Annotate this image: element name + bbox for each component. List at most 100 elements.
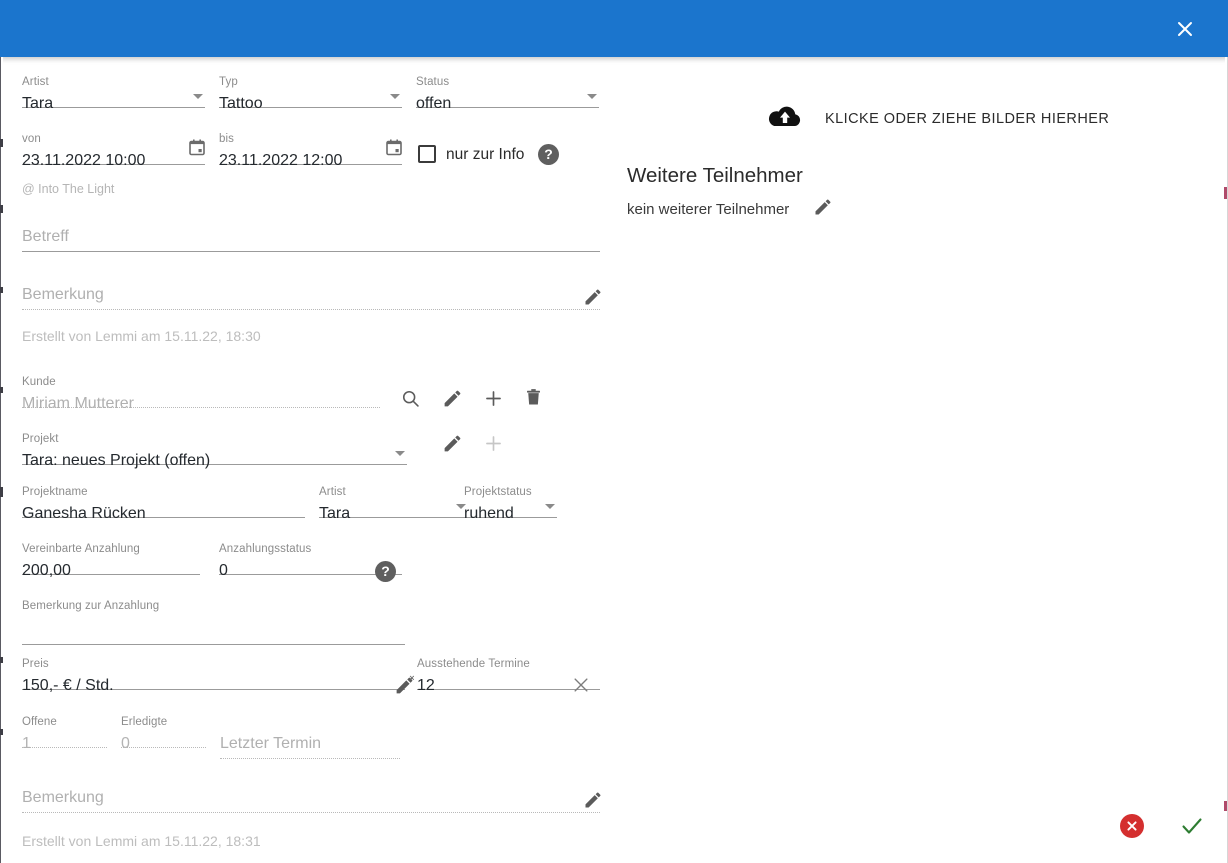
calendar-icon[interactable] — [386, 139, 402, 161]
preis-input[interactable]: Preis 150,- € / Std. — [22, 658, 405, 694]
edit-icon — [815, 199, 831, 215]
delete-icon — [527, 389, 540, 405]
projektstatus-value: ruhend — [464, 505, 514, 522]
dialog-content: Artist Tara Typ Tattoo Status offen von … — [0, 57, 1228, 863]
appointment-created-text: Erstellt von Lemmi am 15.11.22, 18:30 — [22, 328, 261, 344]
bis-datetime-field[interactable]: bis 23.11.2022 12:00 — [219, 133, 402, 169]
appointment-bemerkung-edit-button[interactable] — [583, 287, 603, 312]
search-icon — [402, 390, 419, 407]
preis-value: 150,- € / Std. — [22, 677, 114, 694]
chevron-down-icon — [587, 94, 597, 99]
kunde-value: Miriam Mutterer — [22, 395, 135, 412]
info-help-icon[interactable]: ? — [538, 144, 559, 165]
projekt-created-text: Erstellt von Lemmi am 15.11.22, 18:31 — [22, 833, 261, 849]
erledigte-label: Erledigte — [121, 716, 168, 728]
von-datetime-field[interactable]: von 23.11.2022 10:00 — [22, 133, 205, 169]
status-value: offen — [416, 95, 452, 112]
projekt-artist-select[interactable]: Artist Tara — [319, 486, 468, 522]
betreff-input[interactable]: Betreff — [22, 225, 600, 252]
vereinbarte-anzahlung-input[interactable]: Vereinbarte Anzahlung 200,00 — [22, 543, 200, 579]
ausstehende-termine-clear-button[interactable] — [572, 676, 590, 699]
participants-empty-text: kein weiterer Teilnehmer — [627, 200, 790, 218]
nur-zur-info-checkbox[interactable] — [418, 145, 436, 163]
appointment-dialog: Artist Tara Typ Tattoo Status offen von … — [0, 0, 1228, 863]
edit-icon — [444, 435, 461, 452]
anzahlungsstatus-label: Anzahlungsstatus — [219, 543, 312, 555]
offene-field[interactable]: Offene 1 — [22, 716, 107, 752]
chevron-down-icon — [395, 451, 405, 456]
window-left-edge — [0, 57, 3, 863]
cancel-circle-icon — [1127, 821, 1137, 831]
calendar-icon[interactable] — [189, 139, 205, 161]
close-icon — [574, 678, 588, 692]
preis-label: Preis — [22, 658, 49, 670]
close-icon — [1178, 22, 1192, 36]
preis-edit-off-button[interactable] — [394, 675, 415, 701]
appointment-bemerkung-placeholder: Bemerkung — [22, 286, 104, 303]
projektname-label: Projektname — [22, 486, 88, 498]
letzter-termin-placeholder: Letzter Termin — [220, 735, 322, 752]
kunde-field[interactable]: Kunde Miriam Mutterer — [22, 376, 380, 412]
von-value: 23.11.2022 10:00 — [22, 152, 146, 169]
kunde-add-button[interactable] — [483, 388, 504, 414]
participants-title: Weitere Teilnehmer — [627, 164, 803, 187]
image-dropzone[interactable]: KLICKE ODER ZIEHE BILDER HIERHER — [627, 99, 1187, 139]
check-icon — [1182, 818, 1202, 834]
status-label: Status — [416, 76, 450, 88]
projekt-add-button[interactable] — [483, 433, 504, 459]
offene-label: Offene — [22, 716, 57, 728]
anzahlung-bemerkung-textarea[interactable]: Bemerkung zur Anzahlung — [22, 600, 405, 645]
kunde-edit-button[interactable] — [442, 388, 463, 414]
projektstatus-label: Projektstatus — [464, 486, 532, 498]
projekt-artist-value: Tara — [319, 505, 351, 522]
projekt-bemerkung-input[interactable]: Bemerkung — [22, 786, 600, 813]
kunde-delete-button[interactable] — [523, 387, 544, 413]
projektname-input[interactable]: Projektname Ganesha Rücken — [22, 486, 305, 522]
close-button[interactable] — [1172, 16, 1198, 42]
projektstatus-select[interactable]: Projektstatus ruhend — [464, 486, 557, 522]
dropzone-label: KLICKE ODER ZIEHE BILDER HIERHER — [825, 111, 1110, 127]
offene-value: 1 — [22, 735, 31, 752]
projekt-edit-button[interactable] — [442, 433, 463, 459]
chevron-down-icon — [193, 94, 203, 99]
projekt-bemerkung-edit-button[interactable] — [583, 790, 603, 815]
projekt-select[interactable]: Projekt Tara: neues Projekt (offen) — [22, 433, 407, 469]
artist-value: Tara — [22, 95, 54, 112]
kunde-search-button[interactable] — [400, 388, 421, 414]
appointment-bemerkung-input[interactable]: Bemerkung — [22, 283, 600, 310]
participants-edit-button[interactable] — [813, 197, 833, 222]
add-icon — [486, 391, 501, 406]
kunde-label: Kunde — [22, 376, 56, 388]
vereinbarte-anzahlung-label: Vereinbarte Anzahlung — [22, 543, 140, 555]
dialog-titlebar — [0, 0, 1228, 57]
von-label: von — [22, 133, 41, 145]
chevron-down-icon — [390, 94, 400, 99]
erledigte-field[interactable]: Erledigte 0 — [121, 716, 206, 752]
bis-label: bis — [219, 133, 235, 145]
edit-off-icon — [396, 675, 415, 694]
artist-label: Artist — [22, 76, 49, 88]
projekt-artist-label: Artist — [319, 486, 346, 498]
typ-value: Tattoo — [219, 95, 263, 112]
ausstehende-termine-label: Ausstehende Termine — [417, 658, 530, 670]
status-select[interactable]: Status offen — [416, 76, 599, 112]
nur-zur-info-label: nur zur Info — [446, 146, 525, 163]
vereinbarte-anzahlung-value: 200,00 — [22, 562, 71, 579]
betreff-placeholder: Betreff — [22, 228, 69, 245]
letzter-termin-field[interactable]: Letzter Termin — [220, 732, 400, 759]
projektname-value: Ganesha Rücken — [22, 505, 146, 522]
edit-icon — [585, 792, 601, 808]
confirm-button[interactable] — [1178, 812, 1206, 840]
participants-row: kein weiterer Teilnehmer — [627, 197, 833, 222]
artist-select[interactable]: Artist Tara — [22, 76, 205, 112]
typ-label: Typ — [219, 76, 238, 88]
erledigte-value: 0 — [121, 735, 130, 752]
projekt-bemerkung-placeholder: Bemerkung — [22, 789, 104, 806]
anzahlungsstatus-help-icon[interactable]: ? — [375, 561, 396, 582]
bis-value: 23.11.2022 12:00 — [219, 152, 343, 169]
cloud-upload-icon — [767, 103, 803, 136]
location-text: @ Into The Light — [22, 182, 115, 196]
edit-icon — [444, 390, 461, 407]
cancel-button[interactable] — [1120, 814, 1144, 838]
typ-select[interactable]: Typ Tattoo — [219, 76, 402, 112]
